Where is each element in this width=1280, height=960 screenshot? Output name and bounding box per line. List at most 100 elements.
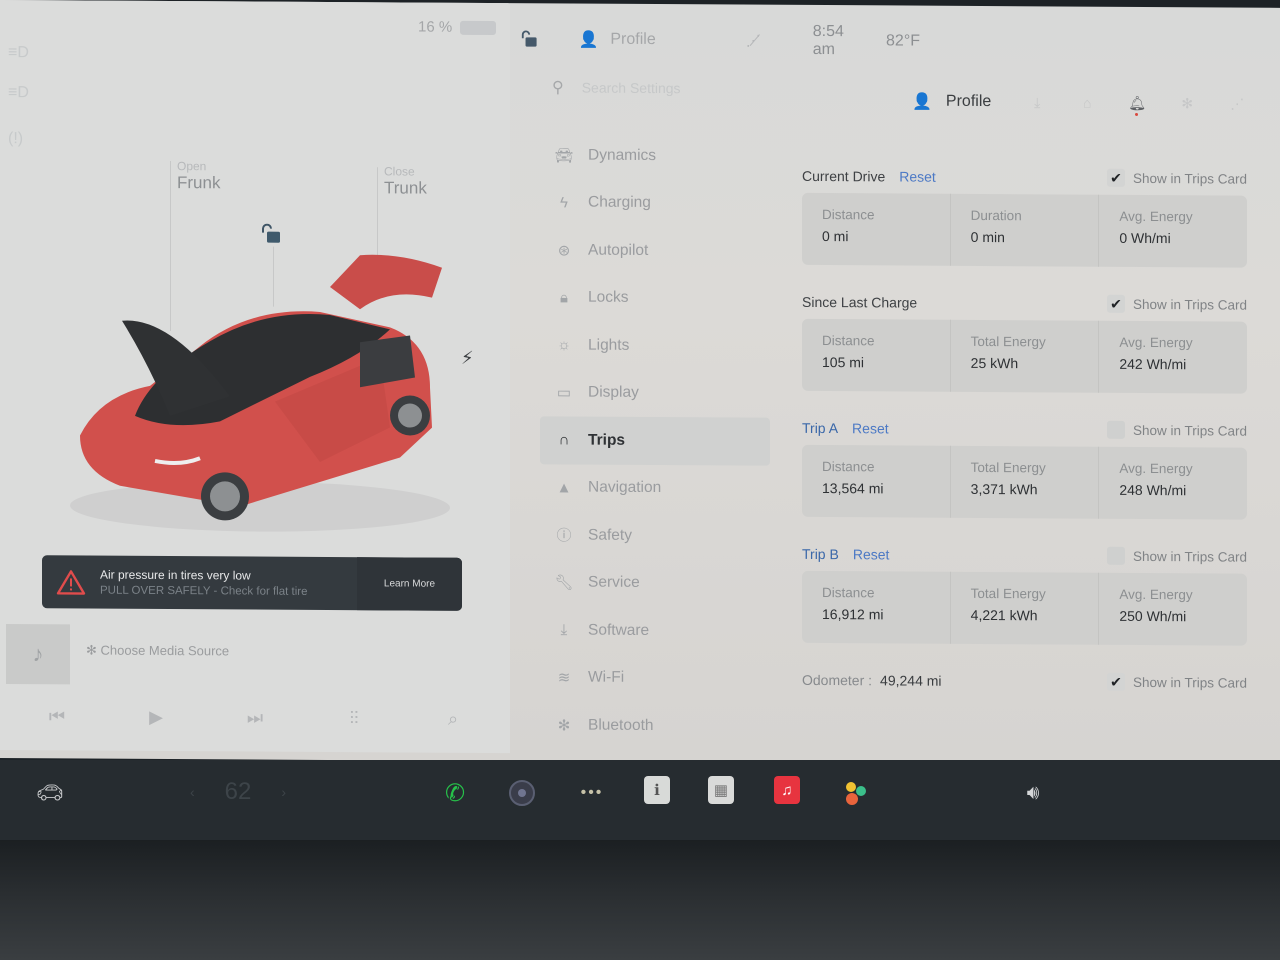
nav-item-label: Display <box>588 383 639 402</box>
checkbox[interactable]: ✔ <box>1106 294 1125 313</box>
nav-item-label: Charging <box>588 193 651 212</box>
album-art[interactable]: ♪ <box>6 624 70 685</box>
choose-media-source[interactable]: ✻ Choose Media Source <box>86 643 229 660</box>
show-in-trips-card-toggle[interactable]: ✔ Show in Trips Card <box>1106 168 1247 188</box>
show-in-trips-card-toggle[interactable]: ✔ Show in Trips Card <box>1106 546 1247 566</box>
vehicle-panel: ≡D ≡D (!) 16 % Open Frunk Close Trunk ⚡ … <box>0 0 510 754</box>
cabin-temperature[interactable]: 62 <box>225 778 252 806</box>
trip-section: Trip A Reset ✔ Show in Trips Card Distance 13… <box>802 415 1247 520</box>
stat-cell: Avg. Energy 242 Wh/mi <box>1099 321 1247 394</box>
nav-item-safety[interactable]: ⓘ Safety <box>540 511 770 560</box>
media-player: ♪ ✻ Choose Media Source ⏮ ▶ ⏭ ⫶⫶ ⌕ <box>0 620 505 753</box>
reset-button[interactable]: Reset <box>853 546 890 562</box>
stat-label: Distance <box>822 207 875 223</box>
nav-item-service[interactable]: 🔧︎ Service <box>540 559 770 608</box>
profile-label: Profile <box>945 92 992 111</box>
reset-button[interactable]: Reset <box>899 168 936 184</box>
media-controls: ⏮ ▶ ⏭ ⫶⫶ ⌕ <box>40 702 470 733</box>
stat-value: 0 Wh/mi <box>1119 229 1171 247</box>
checkbox[interactable]: ✔ <box>1106 420 1125 439</box>
odometer-row: Odometer : 49,244 mi ✔ Show in Trips Card <box>802 667 1247 696</box>
person-icon: 👤 <box>912 93 932 111</box>
stat-cell: Distance 105 mi <box>802 318 951 392</box>
nav-item-lights[interactable]: ☼ Lights <box>540 321 770 370</box>
frunk-button[interactable]: Open Frunk <box>177 159 220 193</box>
download-icon[interactable]: ⤓ <box>1025 94 1049 111</box>
nav-item-label: Navigation <box>588 478 662 497</box>
checkbox[interactable]: ✔ <box>1106 168 1125 187</box>
stat-label: Avg. Energy <box>1119 460 1193 477</box>
show-in-trips-card-label: Show in Trips Card <box>1132 674 1247 691</box>
show-in-trips-card-toggle[interactable]: ✔ Show in Trips Card <box>1106 672 1247 692</box>
status-bar: 👤 Profile ⋰̸ 8:54 am 82°F <box>520 21 920 59</box>
reset-button[interactable]: Reset <box>852 420 889 436</box>
nav-item-software[interactable]: ⤓ Software <box>540 606 770 655</box>
battery-icon <box>460 20 497 35</box>
trunk-button[interactable]: Close Trunk <box>384 164 427 198</box>
nav-item-charging[interactable]: ϟ Charging <box>540 179 770 228</box>
media-search-icon[interactable]: ⌕ <box>436 705 470 733</box>
display-icon: ▭ <box>556 384 572 402</box>
section-title: Since Last Charge <box>802 293 918 311</box>
fog-light-icon[interactable]: ≡D <box>8 84 34 104</box>
car-model-image <box>70 254 450 532</box>
music-icon[interactable]: ♫ <box>774 776 800 804</box>
search-settings-input[interactable] <box>581 79 822 98</box>
equalizer-icon[interactable]: ⫶⫶ <box>337 704 371 732</box>
nav-item-navigation[interactable]: ▲ Navigation <box>540 464 770 513</box>
nav-item-dynamics[interactable]: 🚘︎ Dynamics <box>540 131 770 180</box>
profile-button-top[interactable]: 👤 Profile <box>578 30 655 50</box>
show-in-trips-card-toggle[interactable]: ✔ Show in Trips Card <box>1106 420 1247 440</box>
play-icon[interactable]: ▶ <box>139 703 173 731</box>
stat-cell: Distance 0 mi <box>802 192 951 266</box>
odometer-label: Odometer : <box>802 671 873 689</box>
camera-icon[interactable] <box>505 776 539 810</box>
previous-track-icon[interactable]: ⏮ <box>40 702 74 730</box>
temp-down-chevron-icon[interactable]: ‹ <box>190 784 195 800</box>
next-track-icon[interactable]: ⏭ <box>238 703 272 731</box>
search-icon: ⚲ <box>552 79 564 97</box>
checkbox[interactable]: ✔ <box>1106 546 1125 565</box>
nav-item-label: Autopilot <box>588 241 649 259</box>
nav-item-wi-fi[interactable]: ≋ Wi-Fi <box>540 654 770 703</box>
nav-item-display[interactable]: ▭ Display <box>540 369 770 418</box>
nav-item-label: Dynamics <box>588 146 657 164</box>
car-icon[interactable]: 🚗︎ <box>30 776 70 810</box>
low-beam-icon[interactable]: ≡D <box>8 44 34 64</box>
learn-more-button[interactable]: Learn More <box>357 557 462 611</box>
manual-icon[interactable]: ℹ <box>644 776 670 804</box>
phone-icon[interactable]: ✆ <box>438 776 472 810</box>
car-icon: 🚘︎ <box>554 147 574 165</box>
nav-item-locks[interactable]: 🔒︎ Locks <box>540 274 770 323</box>
checkbox[interactable]: ✔ <box>1106 672 1125 691</box>
profile-button[interactable]: 👤 Profile <box>912 92 991 112</box>
trip-stats: Distance 13,564 mi Total Energy 3,371 kWh Av… <box>802 444 1247 520</box>
alert-title: Air pressure in tires very low <box>100 567 251 583</box>
stat-value: 4,221 kWh <box>970 606 1038 624</box>
stat-label: Total Energy <box>970 585 1046 602</box>
stat-cell: Distance 16,912 mi <box>802 570 951 644</box>
unlock-icon[interactable] <box>260 223 282 244</box>
homelink-icon[interactable]: ⌂ <box>1075 95 1099 111</box>
nav-item-label: Safety <box>588 526 632 544</box>
steering-wheel-icon: ⊛ <box>557 242 571 260</box>
more-apps-icon[interactable]: ••• <box>575 776 609 810</box>
tire-pressure-icon[interactable]: (!) <box>8 130 34 150</box>
nav-item-trips[interactable]: ∩ Trips <box>540 416 770 466</box>
show-in-trips-card-toggle[interactable]: ✔ Show in Trips Card <box>1106 294 1247 314</box>
lock-status-icon[interactable] <box>520 29 538 49</box>
notification-bell-icon[interactable]: 🔔︎ <box>1125 94 1149 116</box>
charge-port-icon[interactable]: ⚡ <box>461 348 474 369</box>
arcade-icon[interactable] <box>840 776 870 810</box>
trip-stats: Distance 105 mi Total Energy 25 kWh Avg. Ene… <box>802 318 1247 394</box>
trip-stats: Distance 16,912 mi Total Energy 4,221 kWh Av… <box>802 570 1247 646</box>
bluetooth-icon[interactable]: ✻ <box>1175 95 1199 112</box>
temp-up-chevron-icon[interactable]: › <box>281 784 286 800</box>
volume-icon[interactable]: 🔊︎ <box>1016 776 1050 810</box>
screen-bezel <box>0 840 1280 960</box>
calendar-icon[interactable]: ▦ <box>708 776 734 804</box>
odometer-value: 49,244 mi <box>880 672 942 689</box>
nav-item-autopilot[interactable]: ⊛ Autopilot <box>540 226 770 275</box>
nav-item-bluetooth[interactable]: ✻ Bluetooth <box>540 701 770 750</box>
battery-percent: 16 % <box>418 18 453 36</box>
